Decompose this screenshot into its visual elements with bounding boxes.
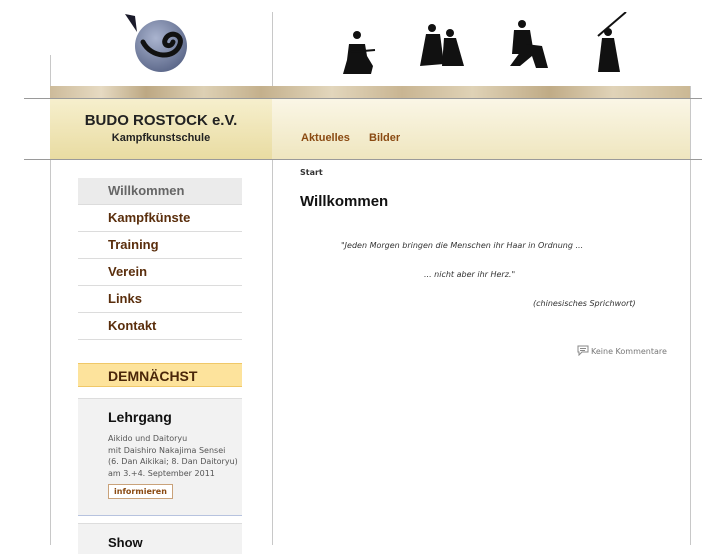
- decor-strip: [50, 86, 690, 98]
- header-rule-bottom: [24, 159, 702, 160]
- sidebar-item-willkommen[interactable]: Willkommen: [78, 178, 242, 205]
- quote-source: (chinesisches Sprichwort): [533, 299, 636, 308]
- comment-icon: [577, 345, 591, 357]
- frame-line-right: [690, 86, 691, 545]
- page-title: Willkommen: [300, 193, 389, 210]
- sidebar-item-links[interactable]: Links: [78, 286, 242, 313]
- logo-icon[interactable]: [125, 12, 197, 74]
- event-card: Lehrgang Aikido und Daitoryu mit Daishir…: [78, 398, 242, 516]
- site-name: BUDO ROSTOCK e.V.: [84, 112, 238, 129]
- quote-line-1: "Jeden Morgen bringen die Menschen ihr H…: [341, 241, 584, 250]
- comments-label: Keine Kommentare: [591, 347, 667, 356]
- sidebar-item-verein[interactable]: Verein: [78, 259, 242, 286]
- sidebar-item-training[interactable]: Training: [78, 232, 242, 259]
- event-card: Show: [78, 523, 242, 554]
- upcoming-heading: DEMNÄCHST: [78, 363, 242, 387]
- sidebar-item-kampfkuenste[interactable]: Kampfkünste: [78, 205, 242, 232]
- top-nav: Aktuelles Bilder: [272, 99, 690, 159]
- kendo-icon: [594, 11, 630, 78]
- aikido-pair-icon: [418, 24, 464, 72]
- site-subtitle: Kampfkunstschule: [111, 132, 211, 144]
- event-info-button[interactable]: informieren: [108, 484, 173, 499]
- breadcrumb[interactable]: Start: [300, 168, 323, 177]
- event-title: Show: [108, 535, 143, 550]
- kneeling-swordsman-icon: [337, 30, 377, 80]
- throw-pair-icon: [506, 20, 548, 74]
- site-brand[interactable]: BUDO ROSTOCK e.V. Kampfkunstschule: [50, 99, 272, 159]
- sidebar-item-kontakt[interactable]: Kontakt: [78, 313, 242, 340]
- quote-line-2: ... nicht aber ihr Herz.": [424, 270, 516, 279]
- comments-link[interactable]: Keine Kommentare: [577, 345, 667, 357]
- sidebar-nav: Willkommen Kampfkünste Training Verein L…: [78, 178, 242, 340]
- topnav-bilder[interactable]: Bilder: [369, 132, 400, 144]
- event-description: Aikido und Daitoryu mit Daishiro Nakajim…: [108, 434, 238, 478]
- topnav-aktuelles[interactable]: Aktuelles: [301, 132, 350, 144]
- event-title: Lehrgang: [108, 409, 172, 425]
